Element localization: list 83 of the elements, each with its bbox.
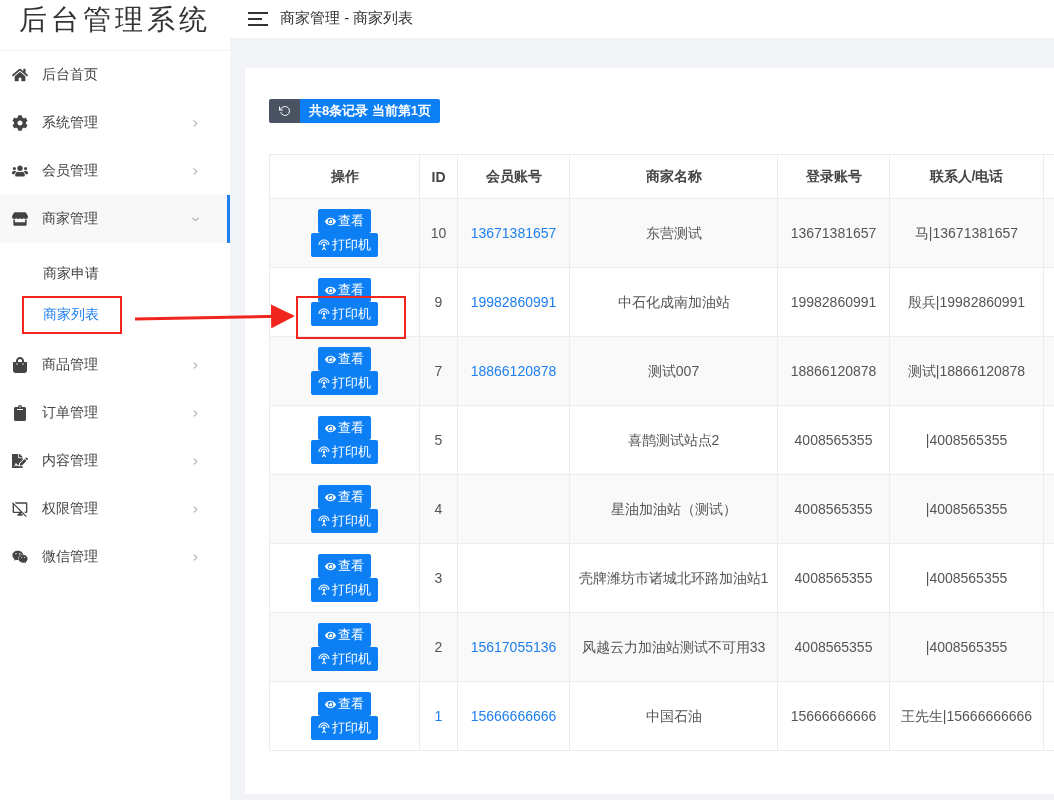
table-cell: 4: [419, 474, 458, 544]
printer-button[interactable]: 打印机: [311, 440, 378, 464]
printer-button[interactable]: 打印机: [311, 716, 378, 740]
table-cell: 2: [419, 612, 458, 682]
submenu-item[interactable]: 商家申请: [0, 253, 230, 294]
table-cell: |4008565355: [889, 543, 1044, 613]
printer-button[interactable]: 打印机: [311, 509, 378, 533]
eye-icon: [325, 215, 336, 227]
eye-icon: [325, 629, 336, 641]
table-cell: 15666666666: [777, 681, 890, 751]
refresh-icon: [278, 105, 291, 117]
eye-icon: [325, 491, 336, 503]
column-header: 登录账号: [777, 154, 890, 199]
printer-button[interactable]: 打印机: [311, 233, 378, 257]
view-button[interactable]: 查看: [318, 692, 371, 716]
eye-icon: [325, 284, 336, 296]
printer-button[interactable]: 打印机: [311, 578, 378, 602]
column-header: 联系人/电话: [889, 154, 1044, 199]
table-cell: 测试|18866120878: [889, 336, 1044, 406]
record-summary: 共8条记录 当前第1页: [300, 99, 441, 123]
antenna-icon: [318, 239, 330, 251]
member-account-link[interactable]: 13671381657: [457, 198, 570, 268]
table-cell: 测试007: [569, 336, 778, 406]
table-cell: 10: [419, 198, 458, 268]
antenna-icon: [318, 446, 330, 458]
table-cell: 风越云力加油站测试不可用33: [569, 612, 778, 682]
breadcrumb: 商家管理 - 商家列表: [280, 9, 414, 28]
antenna-icon: [318, 308, 330, 320]
table-cell: 4008565355: [777, 543, 890, 613]
eye-icon: [325, 698, 336, 710]
table-cell: 4008565355: [777, 612, 890, 682]
column-header: 操作: [269, 154, 420, 199]
eye-icon: [325, 422, 336, 434]
table-cell: |4008565355: [889, 405, 1044, 475]
sidebar-item[interactable]: 商家管理: [0, 195, 230, 243]
view-button[interactable]: 查看: [318, 485, 371, 509]
table-cell: 殷兵|19982860991: [889, 267, 1044, 337]
column-header: 商家名称: [569, 154, 778, 199]
antenna-icon: [318, 653, 330, 665]
table-cell: 中石化成南加油站: [569, 267, 778, 337]
table-cell: |4008565355: [889, 612, 1044, 682]
printer-button[interactable]: 打印机: [311, 302, 378, 326]
member-account-link[interactable]: 15617055136: [457, 612, 570, 682]
table-cell: 中国石油: [569, 681, 778, 751]
table-cell: 喜鹊测试站点2: [569, 405, 778, 475]
antenna-icon: [318, 377, 330, 389]
table-cell: 13671381657: [777, 198, 890, 268]
table-cell: 18866120878: [777, 336, 890, 406]
view-button[interactable]: 查看: [318, 278, 371, 302]
view-button[interactable]: 查看: [318, 623, 371, 647]
antenna-icon: [318, 722, 330, 734]
table-cell: 王先生|15666666666: [889, 681, 1044, 751]
table-cell: 星油加油站（测试）: [569, 474, 778, 544]
table-cell: 9: [419, 267, 458, 337]
table-cell: 4008565355: [777, 474, 890, 544]
antenna-icon: [318, 584, 330, 596]
view-button[interactable]: 查看: [318, 347, 371, 371]
chevron-right-icon: [190, 503, 201, 515]
table-cell: 19982860991: [777, 267, 890, 337]
view-button[interactable]: 查看: [318, 554, 371, 578]
view-button[interactable]: 查看: [318, 209, 371, 233]
table-cell: |4008565355: [889, 474, 1044, 544]
table-cell: 5: [419, 405, 458, 475]
table-cell: 东营测试: [569, 198, 778, 268]
table-cell: 4008565355: [777, 405, 890, 475]
member-account-link[interactable]: 15666666666: [457, 681, 570, 751]
refresh-button[interactable]: [269, 99, 300, 123]
antenna-icon: [318, 515, 330, 527]
eye-icon: [325, 560, 336, 572]
table-cell: 马|13671381657: [889, 198, 1044, 268]
eye-icon: [325, 353, 336, 365]
column-header: ID: [419, 154, 458, 199]
column-header: 会员账号: [457, 154, 570, 199]
table-cell: 1: [419, 681, 458, 751]
printer-button[interactable]: 打印机: [311, 371, 378, 395]
table-cell: 3: [419, 543, 458, 613]
member-account-link[interactable]: 19982860991: [457, 267, 570, 337]
submenu-item[interactable]: 商家列表: [0, 294, 230, 335]
table-cell: 壳牌潍坊市诸城北环路加油站1: [569, 543, 778, 613]
member-account-link[interactable]: 18866120878: [457, 336, 570, 406]
view-button[interactable]: 查看: [318, 416, 371, 440]
table-cell: 7: [419, 336, 458, 406]
printer-button[interactable]: 打印机: [311, 647, 378, 671]
